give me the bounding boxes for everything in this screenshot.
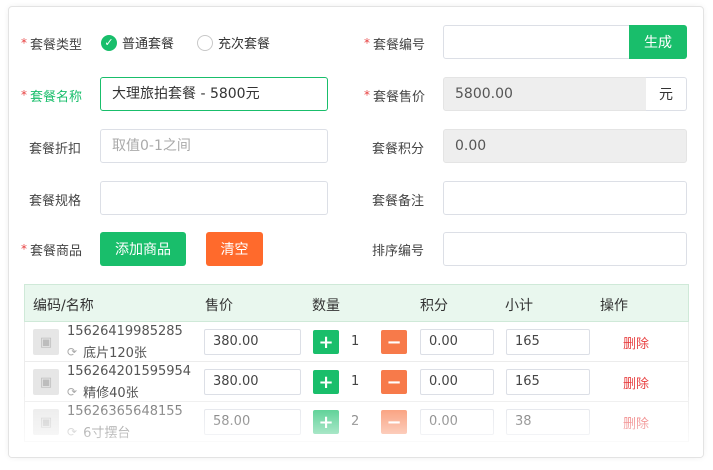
add-goods-button[interactable]: 添加商品 (100, 232, 186, 266)
package-code-input[interactable] (443, 25, 633, 59)
package-spec-input[interactable] (100, 181, 328, 215)
delete-link[interactable]: 删除 (623, 413, 649, 432)
goods-table: 编码/名称 售价 数量 积分 小计 操作 ▣ 15626419985285 ⟳ 底… (24, 284, 689, 442)
package-price-input[interactable]: 5800.00 (443, 77, 647, 111)
points-input[interactable]: 0.00 (420, 329, 494, 355)
product-name: 底片120张 (83, 346, 147, 361)
product-name: 精修40张 (83, 386, 139, 401)
package-points-input[interactable]: 0.00 (443, 129, 687, 163)
product-name-wrap: ⟳ 6寸摆台 (67, 422, 131, 442)
radio-checked-icon: ✓ (101, 34, 117, 51)
product-name-wrap: ⟳ 精修40张 (67, 382, 139, 402)
points-input[interactable]: 0.00 (420, 409, 494, 435)
discount-placeholder: 取值0-1之间 (112, 138, 191, 154)
delete-link[interactable]: 删除 (623, 373, 649, 392)
sync-icon: ⟳ (67, 344, 78, 359)
price-input[interactable]: 58.00 (204, 409, 301, 435)
package-form-card: * 套餐类型 ✓ 普通套餐 充次套餐 * 套餐编号 生成 * 套餐名称 大理旅拍套餐 … (8, 6, 704, 458)
col-action: 操作 (600, 298, 628, 314)
minus-icon[interactable]: − (381, 330, 407, 354)
sync-icon: ⟳ (67, 424, 78, 439)
radio-unchecked-icon (197, 34, 213, 51)
product-name: 6寸摆台 (83, 426, 131, 441)
minus-icon[interactable]: − (381, 370, 407, 394)
sort-number-label: 排序编号 (372, 244, 425, 259)
plus-icon[interactable]: + (313, 410, 339, 434)
table-row: ▣ 156264201595954 ⟳ 精修40张 380.00 + 1 − 0.… (24, 362, 689, 402)
quantity-value: 1 (351, 334, 360, 349)
table-row: ▣ 15626419985285 ⟳ 底片120张 380.00 + 1 − 0.… (24, 322, 689, 362)
subtotal-input[interactable]: 165 (506, 369, 590, 395)
package-code-label: * 套餐编号 (364, 36, 426, 53)
plus-icon[interactable]: + (313, 370, 339, 394)
sort-number-input[interactable] (443, 232, 687, 266)
package-price-label: * 套餐售价 (364, 88, 426, 105)
product-thumbnail-icon: ▣ (33, 409, 59, 435)
package-goods-label: * 套餐商品 (21, 242, 83, 259)
col-price: 售价 (205, 298, 233, 314)
table-header: 编码/名称 售价 数量 积分 小计 操作 (24, 284, 689, 322)
package-points-label: 套餐积分 (372, 142, 425, 157)
col-points: 积分 (420, 298, 448, 314)
radio-normal-package[interactable]: ✓ 普通套餐 (101, 33, 174, 52)
package-note-label: 套餐备注 (372, 194, 425, 209)
package-note-input[interactable] (443, 181, 687, 215)
package-spec-label: 套餐规格 (29, 194, 82, 209)
col-quantity: 数量 (312, 298, 340, 314)
package-name-label: * 套餐名称 (21, 88, 83, 105)
price-input[interactable]: 380.00 (204, 369, 301, 395)
price-unit-addon: 元 (646, 77, 687, 111)
quantity-value: 1 (351, 374, 360, 389)
subtotal-input[interactable]: 165 (506, 329, 590, 355)
product-thumbnail-icon: ▣ (33, 369, 59, 395)
product-code: 15626419985285 (67, 324, 183, 339)
plus-icon[interactable]: + (313, 330, 339, 354)
col-subtotal: 小计 (505, 298, 533, 314)
subtotal-input[interactable]: 38 (506, 409, 590, 435)
minus-icon[interactable]: − (381, 410, 407, 434)
col-code-name: 编码/名称 (33, 298, 94, 314)
points-input[interactable]: 0.00 (420, 369, 494, 395)
sync-icon: ⟳ (67, 384, 78, 399)
quantity-value: 2 (351, 414, 360, 429)
product-name-wrap: ⟳ 底片120张 (67, 342, 147, 362)
price-input[interactable]: 380.00 (204, 329, 301, 355)
table-row: ▣ 15626365648155 ⟳ 6寸摆台 58.00 + 2 − 0.00 … (24, 402, 689, 442)
product-code: 156264201595954 (67, 364, 192, 379)
package-type-label: * 套餐类型 (21, 36, 83, 53)
delete-link[interactable]: 删除 (623, 333, 649, 352)
product-code: 15626365648155 (67, 404, 183, 419)
radio-recharge-package[interactable]: 充次套餐 (197, 33, 270, 52)
product-thumbnail-icon: ▣ (33, 329, 59, 355)
package-discount-input[interactable]: 取值0-1之间 (100, 129, 328, 163)
generate-button[interactable]: 生成 (629, 25, 687, 59)
package-name-input[interactable]: 大理旅拍套餐 - 5800元 (100, 77, 328, 111)
package-discount-label: 套餐折扣 (29, 142, 82, 157)
clear-button[interactable]: 清空 (206, 232, 263, 266)
